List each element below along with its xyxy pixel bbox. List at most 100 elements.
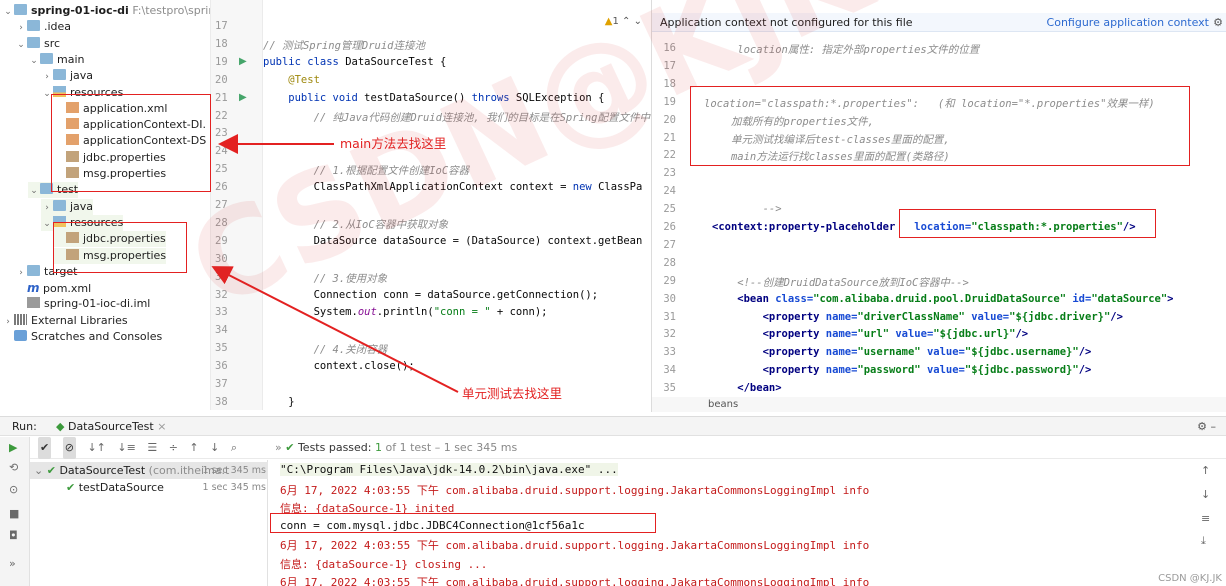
tree-item[interactable]: › External Libraries — [2, 313, 128, 329]
check-icon: ✔ — [285, 441, 298, 454]
collapse-all-icon[interactable]: ÷ — [169, 437, 178, 459]
configure-context-link[interactable]: Configure application context — [1047, 13, 1209, 32]
folder-icon — [53, 199, 66, 211]
main-note: main方法去找这里 — [340, 136, 447, 151]
line-number: 19 — [663, 95, 676, 108]
test-method-row[interactable]: ✔ testDataSource 1 sec 345 ms — [30, 479, 268, 496]
test-tab-icon: ◆ — [56, 420, 68, 433]
module-folder-icon — [14, 4, 27, 15]
line-number: 25 — [663, 203, 676, 216]
xml-editor[interactable]: Application context not configured for t… — [651, 0, 1226, 412]
csdn-credit: CSDN @KJ.JK — [1158, 573, 1222, 584]
tree-item[interactable]: › java — [41, 68, 93, 84]
tree-item[interactable]: › java — [41, 198, 94, 216]
gear-icon[interactable]: ⚙ — [1213, 13, 1223, 32]
code-line: public void testDataSource() throws SQLE… — [263, 91, 605, 104]
next-icon[interactable]: ↓ — [210, 437, 219, 459]
line-number: 26 — [663, 221, 676, 233]
run-tab-label: DataSourceTest — [67, 420, 154, 433]
chevron-right-icon[interactable]: › — [41, 200, 53, 216]
test-note: 单元测试去找这里 — [462, 386, 563, 401]
tree-item[interactable]: › .idea — [15, 19, 71, 35]
breadcrumb[interactable]: beans — [652, 397, 1226, 412]
line-number: 27 — [215, 199, 228, 211]
down-arrow-icon[interactable]: ↓ — [1201, 488, 1210, 501]
tree-item-label: External Libraries — [31, 313, 128, 327]
chevron-right-icon[interactable]: › — [15, 20, 27, 36]
show-ignored-toggle[interactable]: ⊘ — [62, 437, 76, 459]
check-icon: ✔ — [46, 464, 56, 477]
line-number: 18 — [215, 37, 228, 50]
show-passed-toggle[interactable]: ✔ — [38, 437, 52, 459]
test-toolbar: ✔ ⊘ ↓↑ ↓≡ ☰ ÷ ↑ ↓ ⌕ » ✔ Tests passed: 1 … — [30, 437, 1226, 459]
maven-file-icon: m — [27, 281, 40, 296]
chevron-down-icon[interactable]: ⌄ — [28, 53, 40, 69]
line-number: 22 — [215, 109, 228, 122]
line-number: 21 — [215, 91, 228, 104]
code-line: context.close(); — [263, 360, 415, 373]
line-number: 24 — [663, 185, 676, 198]
chevron-down-icon[interactable]: ⌄ — [2, 4, 14, 20]
close-icon[interactable]: × — [157, 420, 166, 433]
line-number: 33 — [215, 306, 228, 319]
tree-item[interactable]: ⌄ spring-01-ioc-di F:\testpro\spring- — [2, 3, 226, 19]
camera-icon[interactable]: ◘ — [9, 529, 18, 542]
chevron-down-icon[interactable]: ⌄ — [15, 37, 27, 53]
tree-item[interactable]: ⌄ src — [15, 36, 60, 52]
test-method-name: testDataSource — [78, 481, 164, 494]
more-icon[interactable]: » — [275, 441, 285, 454]
line-number: 37 — [215, 378, 228, 390]
line-number: 28 — [215, 216, 228, 229]
debug-icon[interactable]: ⊙ — [9, 483, 18, 496]
conn-output-highlight — [270, 513, 656, 533]
settings-icon[interactable]: ⚙ – — [1197, 417, 1216, 436]
line-number: 28 — [663, 256, 676, 269]
run-tab[interactable]: ◆ DataSourceTest × — [50, 417, 172, 436]
tree-item[interactable]: m pom.xml — [15, 280, 91, 296]
folder-icon — [53, 69, 66, 81]
chevron-right-icon[interactable]: › — [15, 265, 27, 281]
run-test-icon[interactable]: ▶ — [239, 92, 247, 103]
tree-item[interactable]: spring-01-ioc-di.iml — [15, 296, 150, 312]
code-line: } — [263, 395, 295, 408]
expand-all-icon[interactable]: ☰ — [147, 437, 157, 459]
up-arrow-icon[interactable]: ↑ — [1201, 464, 1210, 477]
line-number: 34 — [215, 324, 228, 337]
java-editor[interactable]: 17 18 19 20 21 22 23 24 25 26 27 28 29 30 31 32 33 34 35 36… — [210, 0, 650, 410]
libraries-icon — [14, 313, 27, 325]
test-class-row[interactable]: ⌄ ✔ DataSourceTest (com.itheima.t 1 sec … — [30, 462, 268, 479]
run-tool-window: Run: ◆ DataSourceTest × ⚙ – ▶ ⟲ ⊙ ■ ◘ » … — [0, 416, 1226, 586]
chevron-down-icon[interactable]: ⌄ — [41, 216, 53, 232]
console-line: 6月 17, 2022 4:03:55 下午 com.alibaba.druid… — [280, 483, 870, 497]
tree-item[interactable]: Scratches and Consoles — [2, 329, 162, 345]
context-warning-banner: Application context not configured for t… — [652, 13, 1226, 32]
folder-icon — [40, 52, 53, 64]
banner-text: Application context not configured for t… — [660, 16, 913, 29]
chevron-right-icon[interactable]: › — [41, 69, 53, 85]
line-number: 29 — [215, 234, 228, 247]
line-number: 31 — [215, 270, 228, 283]
run-test-icon[interactable]: ▶ — [239, 56, 247, 67]
tree-item-label: java — [70, 69, 94, 83]
sort-duration-icon[interactable]: ↓≡ — [117, 437, 135, 459]
stop-icon[interactable]: ■ — [9, 507, 19, 520]
tree-item-label: java — [70, 199, 94, 213]
line-number: 20 — [663, 113, 676, 126]
rerun-failed-icon[interactable]: ⟲ — [9, 461, 18, 474]
code-line: // 1.根据配置文件创建IoC容器 — [263, 165, 470, 178]
search-icon[interactable]: ⌕ — [231, 437, 237, 459]
chevron-right-icon[interactable]: › — [2, 314, 14, 330]
rerun-icon[interactable]: ▶ — [9, 441, 17, 454]
line-number: 23 — [663, 167, 676, 180]
tree-item[interactable]: ⌄ main — [28, 52, 84, 68]
folder-icon — [27, 20, 40, 32]
more-icon[interactable]: » — [9, 557, 16, 570]
previous-icon[interactable]: ↑ — [189, 437, 198, 459]
scroll-end-icon[interactable]: ⤓ — [1201, 534, 1206, 548]
folder-icon — [27, 36, 40, 48]
inspection-widget[interactable]: ▲1 ⌃ ⌄ — [605, 16, 642, 27]
wrap-icon[interactable]: ≡ — [1201, 512, 1210, 525]
sort-alpha-icon[interactable]: ↓↑ — [87, 437, 105, 459]
console-line: 信息: {dataSource-1} closing ... — [280, 557, 488, 571]
chevron-down-icon[interactable]: ⌄ — [28, 183, 40, 199]
